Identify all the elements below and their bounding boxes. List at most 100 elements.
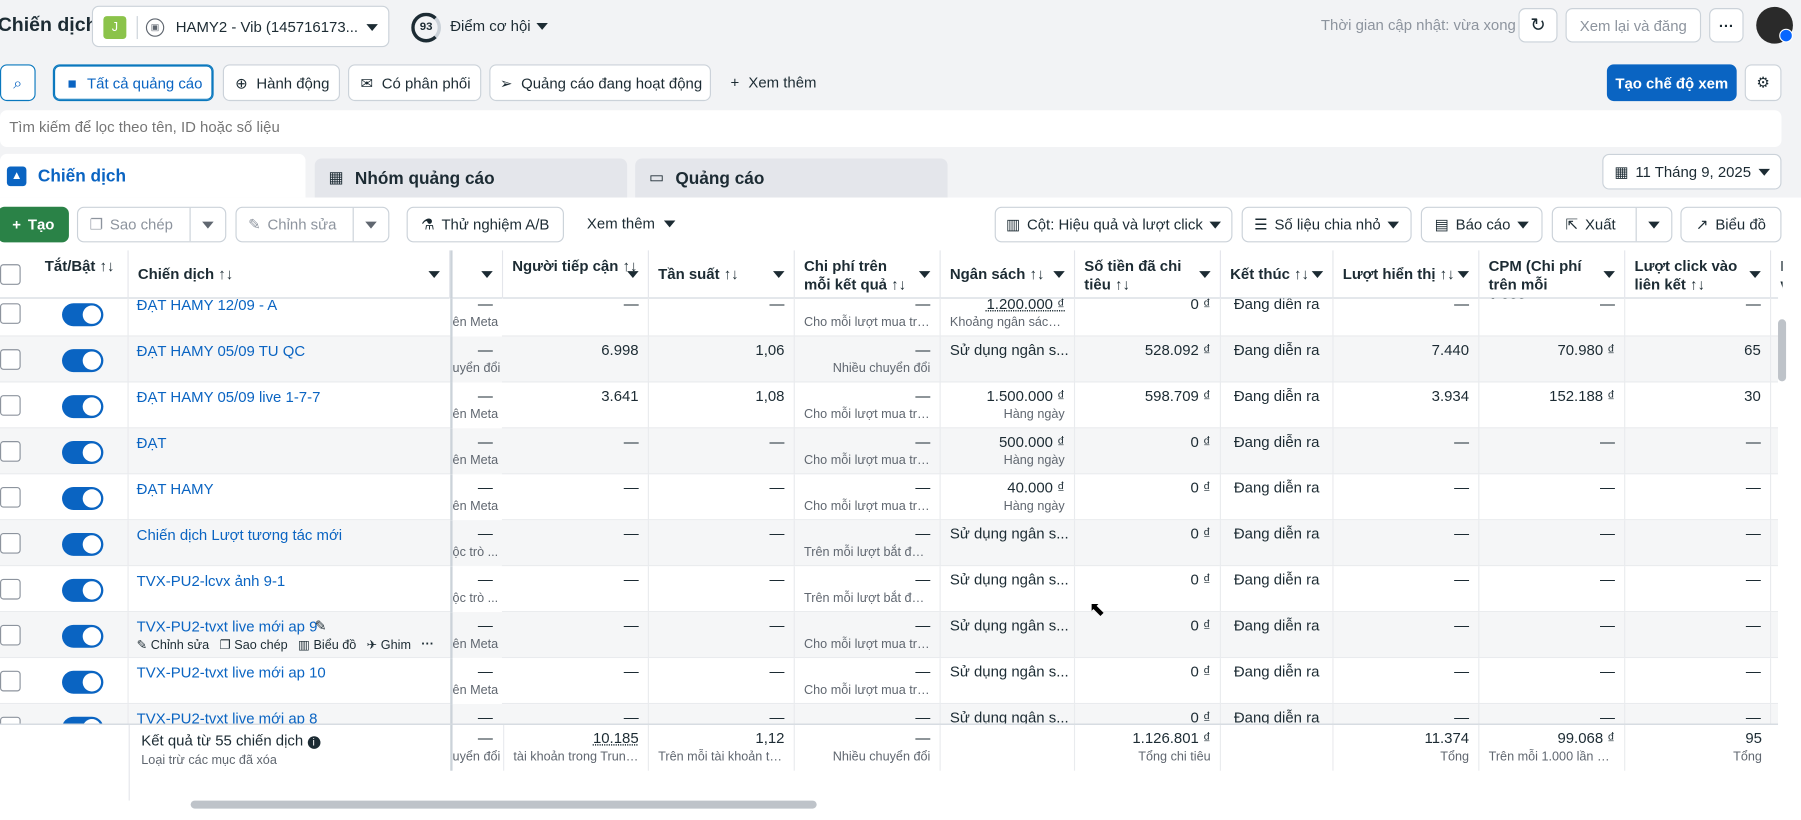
- campaign-name-link[interactable]: ĐẠT HAMY: [137, 480, 214, 497]
- create-button[interactable]: + Tạo: [0, 206, 69, 243]
- tab-campaigns[interactable]: ▲ Chiến dịch: [0, 153, 306, 198]
- tab-ad-sets[interactable]: ▦ Nhóm quảng cáo: [314, 158, 628, 198]
- row-more-icon[interactable]: ···: [421, 637, 434, 652]
- row-checkbox[interactable]: [0, 670, 21, 692]
- table-row[interactable]: ĐẠT HAMY 05/09 TU QC — uyển đổi 6.998 1,06 — N…: [0, 336, 1779, 383]
- campaign-toggle[interactable]: [62, 624, 104, 648]
- table-row[interactable]: ĐẠT HAMY 12/09 - A — ên Meta — — — Cho mỗi lượ…: [0, 298, 1779, 337]
- campaign-toggle[interactable]: [62, 349, 104, 373]
- chart-button[interactable]: ↗ Biểu đồ: [1680, 206, 1782, 243]
- row-edit-action[interactable]: ✎ Chỉnh sửa: [137, 637, 209, 653]
- tab-ads[interactable]: ▭ Quảng cáo: [635, 158, 948, 198]
- col-ends[interactable]: Kết thúc ↑↓: [1221, 250, 1334, 299]
- campaign-toggle[interactable]: [62, 441, 104, 465]
- col-cost-per-result[interactable]: Chi phí trên mỗi kết quả ↑↓: [795, 250, 941, 299]
- col-impressions[interactable]: Lượt hiển thị ↑↓: [1334, 250, 1480, 299]
- table-row[interactable]: ĐẠT — ên Meta — — — Cho mỗi lượt mua trê... 500…: [0, 428, 1779, 475]
- filter-all-ads[interactable]: ■ Tất cả quảng cáo: [52, 64, 214, 102]
- table-row[interactable]: ĐẠT HAMY — ên Meta — — — Cho mỗi lượt mua trê.…: [0, 474, 1779, 521]
- col-link-clicks[interactable]: Lượt click vào liên kết ↑↓: [1625, 250, 1772, 299]
- opportunity-label[interactable]: Điểm cơ hội: [450, 17, 530, 34]
- refresh-button[interactable]: ↻: [1518, 8, 1558, 43]
- horizontal-scrollbar-thumb[interactable]: [190, 800, 817, 809]
- filter-active-ads[interactable]: ➢ Quảng cáo đang hoạt động: [489, 64, 711, 102]
- table-row[interactable]: ĐẠT HAMY 05/09 live 1-7-7 — ên Meta 3.641 1,…: [0, 382, 1779, 429]
- campaign-toggle[interactable]: [62, 578, 104, 602]
- row-checkbox[interactable]: [0, 624, 21, 646]
- ab-test-button[interactable]: ⚗ Thử nghiệm A/B: [406, 206, 564, 243]
- search-bar[interactable]: [0, 110, 1782, 148]
- table-row[interactable]: TVX-PU2-tvxt live mới ap 9 ✎ ✎ Chỉnh sửa ❐ …: [0, 612, 1779, 659]
- table-row[interactable]: Chiến dịch Lượt tương tác mới — ộc trò ...…: [0, 520, 1779, 567]
- vertical-scrollbar-thumb[interactable]: [1778, 319, 1787, 382]
- row-checkbox[interactable]: [0, 716, 21, 724]
- campaign-name-link[interactable]: Chiến dịch Lượt tương tác mới: [137, 526, 342, 543]
- chevron-down-icon[interactable]: [536, 22, 548, 30]
- pencil-icon[interactable]: ✎: [315, 618, 327, 634]
- chevron-down-icon[interactable]: [1648, 221, 1660, 229]
- columns-button[interactable]: ▥ Cột: Hiệu quả và lượt click: [994, 206, 1233, 243]
- account-selector[interactable]: J ▣ HAMY2 - Vib (145716173...: [91, 5, 390, 48]
- create-view-button[interactable]: Tạo chế độ xem: [1606, 64, 1737, 102]
- chevron-down-icon[interactable]: [202, 221, 214, 229]
- col-results[interactable]: [450, 250, 504, 299]
- view-settings-button[interactable]: ⚙: [1744, 64, 1782, 102]
- more-options-button[interactable]: ···: [1709, 8, 1744, 43]
- col-campaign[interactable]: Chiến dịch ↑↓: [129, 250, 451, 299]
- avatar[interactable]: [1756, 6, 1793, 44]
- campaign-toggle[interactable]: [62, 303, 104, 327]
- table-row[interactable]: TVX-PU2-tvxt live mới ap 10 — ên Meta — — — Ch…: [0, 658, 1779, 705]
- col-amount-spent[interactable]: Số tiền đã chi tiêu ↑↓: [1075, 250, 1221, 299]
- horizontal-scrollbar[interactable]: [0, 797, 1778, 811]
- col-next[interactable]: L v: [1771, 250, 1782, 298]
- row-pin-action[interactable]: ✈ Ghim: [367, 637, 411, 653]
- breakdown-button[interactable]: ☰ Số liệu chia nhỏ: [1241, 206, 1412, 243]
- row-checkbox[interactable]: [0, 578, 21, 600]
- info-icon[interactable]: i: [307, 736, 320, 749]
- edit-button[interactable]: ✎ Chỉnh sửa: [235, 206, 390, 243]
- campaign-toggle[interactable]: [62, 487, 104, 510]
- filter-see-more[interactable]: + Xem thêm: [731, 74, 817, 91]
- row-checkbox[interactable]: [0, 303, 21, 324]
- search-toggle-button[interactable]: ⌕: [0, 64, 36, 102]
- opportunity-score[interactable]: 93: [411, 12, 442, 43]
- col-toggle[interactable]: Tắt/Bật ↑↓: [36, 250, 129, 299]
- review-publish-button[interactable]: Xem lại và đăng: [1565, 8, 1702, 43]
- campaign-name-link[interactable]: TVX-PU2-tvxt live mới ap 8: [137, 710, 318, 724]
- campaign-name-link[interactable]: ĐẠT HAMY 12/09 - A: [137, 299, 278, 314]
- col-cpm[interactable]: CPM (Chi phí trên mỗi 1.000...: [1479, 250, 1626, 299]
- campaign-toggle[interactable]: [62, 395, 104, 419]
- campaign-toggle[interactable]: [62, 670, 104, 694]
- campaign-toggle[interactable]: [62, 532, 104, 556]
- campaign-name-link[interactable]: ĐẠT HAMY 05/09 TU QC: [137, 342, 305, 359]
- select-all-checkbox[interactable]: [0, 264, 21, 285]
- filter-actions[interactable]: ⊕ Hành động: [222, 64, 340, 102]
- campaign-name-link[interactable]: ĐẠT HAMY 05/09 live 1-7-7: [137, 388, 321, 405]
- campaign-toggle[interactable]: [62, 716, 104, 724]
- campaign-name-link[interactable]: ĐẠT: [137, 434, 167, 451]
- filter-delivery[interactable]: ✉ Có phân phối: [348, 64, 482, 102]
- reports-button[interactable]: ▤ Báo cáo: [1420, 206, 1543, 243]
- chevron-down-icon[interactable]: [365, 221, 377, 229]
- row-checkbox[interactable]: [0, 395, 21, 416]
- search-input[interactable]: [9, 118, 1043, 136]
- date-picker[interactable]: ▦ 11 Tháng 9, 2025: [1602, 153, 1782, 190]
- row-checkbox[interactable]: [0, 487, 21, 508]
- row-chart-action[interactable]: ▥ Biểu đồ: [298, 637, 356, 653]
- export-button[interactable]: ⇱ Xuất: [1551, 206, 1673, 243]
- campaign-name-link[interactable]: TVX-PU2-lcvx ảnh 9-1: [137, 572, 286, 589]
- col-reach[interactable]: Người tiếp cận ↑↓: [503, 250, 649, 299]
- row-duplicate-action[interactable]: ❐ Sao chép: [219, 637, 287, 653]
- campaign-name-link[interactable]: TVX-PU2-tvxt live mới ap 10: [137, 664, 326, 681]
- col-frequency[interactable]: Tần suất ↑↓: [649, 250, 795, 299]
- campaign-name-link[interactable]: TVX-PU2-tvxt live mới ap 9: [137, 618, 318, 635]
- table-row[interactable]: TVX-PU2-tvxt live mới ap 8 — — — — Sử dụng ng…: [0, 704, 1779, 724]
- row-checkbox[interactable]: [0, 349, 21, 370]
- table-row[interactable]: TVX-PU2-lcvx ảnh 9-1 — ộc trò ... — — — Trên m…: [0, 566, 1779, 613]
- row-checkbox[interactable]: [0, 441, 21, 462]
- col-budget[interactable]: Ngân sách ↑↓: [941, 250, 1076, 299]
- toolbar-more-button[interactable]: Xem thêm: [587, 215, 676, 232]
- vertical-scrollbar[interactable]: [1778, 299, 1787, 724]
- row-checkbox[interactable]: [0, 532, 21, 554]
- duplicate-button[interactable]: ❐ Sao chép: [76, 206, 227, 243]
